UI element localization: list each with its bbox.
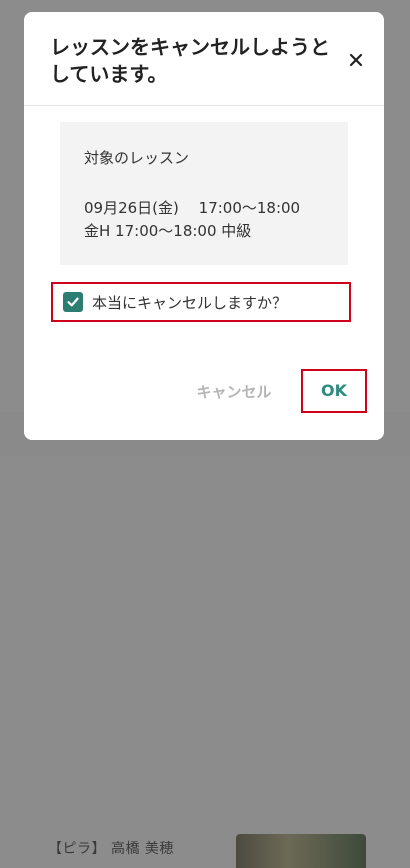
confirm-cancel-checkbox-row[interactable]: 本当にキャンセルしますか？ — [51, 282, 351, 322]
lesson-name: 金H 17:00〜18:00 中級 — [84, 222, 252, 240]
lesson-info-box: 対象のレッスン 09月26日(金) 17:00〜18:00 金H 17:00〜1… — [60, 122, 348, 265]
lesson-datetime: 09月26日(金) 17:00〜18:00 — [84, 199, 301, 217]
header-divider — [24, 105, 384, 106]
target-lesson-label: 対象のレッスン — [84, 149, 190, 167]
cancel-lesson-dialog: レッスンをキャンセルしようとしています。 対象のレッスン 09月26日(金) 1… — [24, 12, 384, 440]
close-icon — [349, 53, 363, 67]
confirm-label: 本当にキャンセルしますか？ — [92, 293, 288, 312]
background-item-text: 【ピラ】 高橋 美穂 — [48, 841, 174, 857]
dialog-title: レッスンをキャンセルしようとしています。 — [50, 35, 330, 86]
background-thumbnail — [236, 834, 366, 868]
cancel-button[interactable]: キャンセル — [184, 378, 284, 406]
checkmark-icon — [67, 297, 79, 307]
close-button[interactable] — [342, 46, 370, 74]
ok-button[interactable]: OK — [301, 369, 367, 413]
confirm-checkbox[interactable] — [63, 292, 83, 312]
